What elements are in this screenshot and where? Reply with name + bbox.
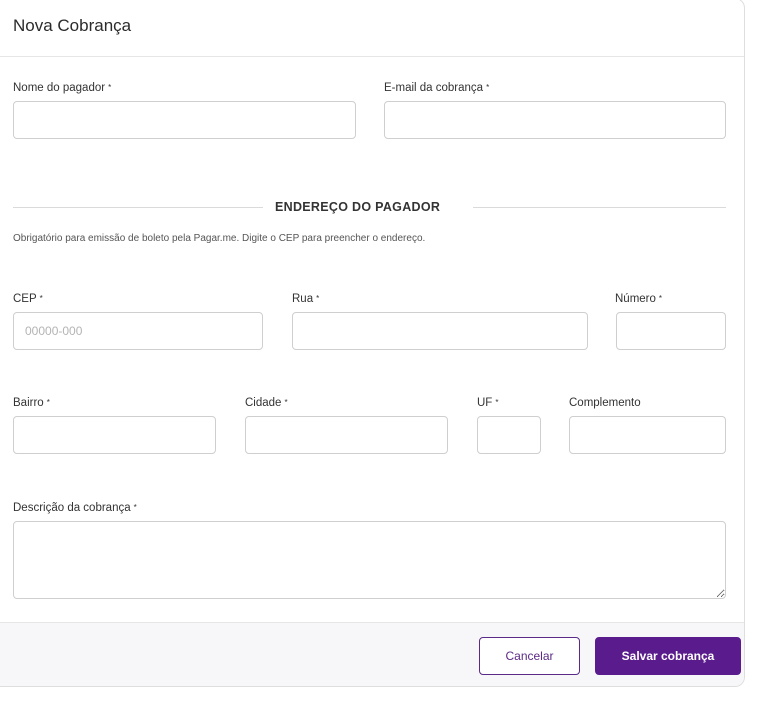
description-textarea[interactable]	[13, 521, 726, 599]
district-label: Bairro *	[13, 397, 50, 409]
cancel-button[interactable]: Cancelar	[479, 637, 580, 675]
section-divider-left	[13, 207, 263, 208]
modal-header: Nova Cobrança	[0, 0, 744, 57]
required-marker: *	[39, 294, 43, 303]
number-label-text: Número	[615, 293, 656, 305]
cep-label: CEP *	[13, 293, 43, 305]
district-input[interactable]	[13, 416, 216, 454]
required-marker: *	[108, 83, 112, 92]
required-marker: *	[316, 294, 320, 303]
required-marker: *	[658, 294, 663, 303]
payer-name-label-text: Nome do pagador	[13, 82, 106, 94]
state-label-text: UF	[477, 397, 493, 409]
complement-label-text: Complemento	[569, 397, 641, 409]
description-label: Descrição da cobrança *	[13, 502, 137, 514]
state-input[interactable]	[477, 416, 541, 454]
cep-label-text: CEP	[13, 293, 37, 305]
required-marker: *	[495, 398, 499, 407]
required-marker: *	[486, 83, 490, 92]
city-label: Cidade *	[245, 397, 288, 409]
description-label-text: Descrição da cobrança	[13, 502, 131, 514]
billing-email-input[interactable]	[384, 101, 726, 139]
modal-footer: Cancelar Salvar cobrança	[0, 622, 744, 686]
city-input[interactable]	[245, 416, 448, 454]
district-label-text: Bairro	[13, 397, 44, 409]
required-marker: *	[284, 398, 288, 407]
street-input[interactable]	[292, 312, 588, 350]
payer-name-input[interactable]	[13, 101, 356, 139]
complement-label: Complemento	[569, 397, 641, 409]
number-input[interactable]	[616, 312, 726, 350]
address-hint: Obrigatório para emissão de boleto pela …	[13, 233, 426, 244]
billing-email-label: E-mail da cobrança *	[384, 82, 489, 94]
new-charge-modal: Nova Cobrança Nome do pagador * E-mail da…	[0, 0, 745, 687]
save-charge-button[interactable]: Salvar cobrança	[595, 637, 741, 675]
modal-title: Nova Cobrança	[13, 16, 132, 35]
payer-name-label: Nome do pagador *	[13, 82, 111, 94]
complement-input[interactable]	[569, 416, 726, 454]
section-divider-right	[473, 207, 726, 208]
cep-input[interactable]	[13, 312, 263, 350]
required-marker: *	[46, 398, 50, 407]
billing-email-label-text: E-mail da cobrança	[384, 82, 484, 94]
street-label-text: Rua	[292, 293, 314, 305]
state-label: UF *	[477, 397, 498, 409]
street-label: Rua *	[292, 293, 319, 305]
required-marker: *	[133, 503, 137, 512]
city-label-text: Cidade	[245, 397, 282, 409]
address-section-title: ENDEREÇO DO PAGADOR	[275, 200, 441, 214]
number-label: Número *	[615, 293, 662, 305]
